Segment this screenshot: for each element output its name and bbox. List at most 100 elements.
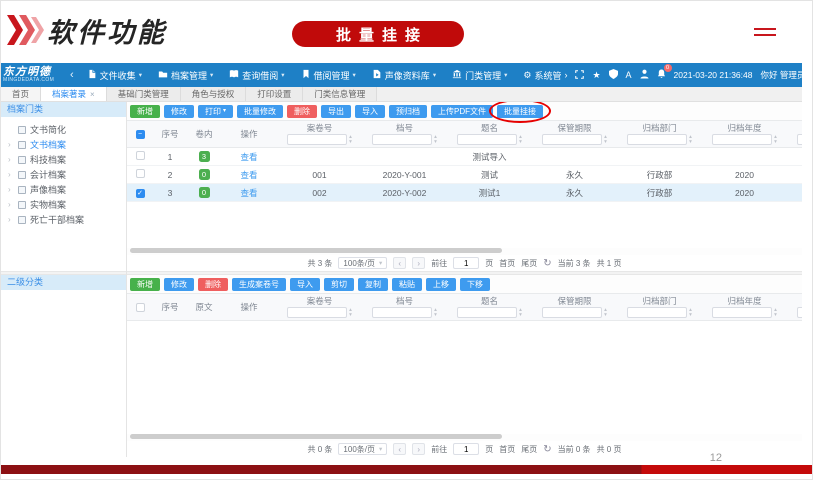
row-checkbox[interactable]: [136, 151, 145, 160]
paste-button[interactable]: 粘贴: [392, 278, 422, 291]
batch-edit-button[interactable]: 批量修改: [237, 105, 283, 118]
move-up-button[interactable]: 上移: [426, 278, 456, 291]
delete-button[interactable]: 删除: [198, 278, 228, 291]
copy-button[interactable]: 复制: [358, 278, 388, 291]
menu-file-collect[interactable]: 文件收集 ▾: [87, 69, 142, 82]
tab-roles-auth[interactable]: 角色与授权: [181, 87, 247, 101]
sort-icon[interactable]: ▴▾: [774, 135, 777, 144]
filter-input[interactable]: [457, 134, 517, 145]
sort-icon[interactable]: ▴▾: [434, 308, 437, 317]
font-size-icon[interactable]: A: [626, 71, 632, 80]
last-page-link[interactable]: 尾页: [521, 444, 537, 455]
tree-item-doc-simplified[interactable]: › 文书简化: [1, 122, 126, 137]
user-icon[interactable]: [640, 69, 649, 81]
filter-input[interactable]: [627, 134, 687, 145]
close-icon[interactable]: ×: [90, 90, 95, 99]
filter-input[interactable]: [542, 307, 602, 318]
upload-pdf-button[interactable]: 上传PDF文件: [431, 105, 493, 118]
expand-arrow-icon[interactable]: ›: [8, 200, 14, 209]
menu-system-manage[interactable]: ⚙ 系统管 ›: [523, 69, 567, 82]
filter-input[interactable]: [712, 307, 772, 318]
tab-category-info[interactable]: 门类信息管理: [303, 87, 377, 101]
select-all-checkbox[interactable]: −: [136, 130, 145, 139]
sort-icon[interactable]: ▴▾: [349, 308, 352, 317]
menu-category-manage[interactable]: 门类管理 ▾: [452, 69, 507, 82]
page-size-select[interactable]: 100条/页▾: [338, 257, 387, 269]
filter-input[interactable]: [542, 134, 602, 145]
filter-input[interactable]: [797, 134, 802, 145]
import-button[interactable]: 导入: [290, 278, 320, 291]
sort-icon[interactable]: ▴▾: [689, 308, 692, 317]
goto-page-input[interactable]: [453, 443, 479, 455]
sort-icon[interactable]: ▴▾: [604, 135, 607, 144]
view-link[interactable]: 查看: [240, 152, 257, 162]
tree-item-deceased-cadre-archive[interactable]: › 死亡干部档案: [1, 212, 126, 227]
row-checkbox[interactable]: [136, 169, 145, 178]
add-button[interactable]: 新增: [130, 278, 160, 291]
expand-arrow-icon[interactable]: ›: [8, 140, 14, 149]
sort-icon[interactable]: ▴▾: [434, 135, 437, 144]
print-button[interactable]: 打印▾: [198, 105, 233, 118]
horizontal-scrollbar[interactable]: [130, 434, 502, 439]
filter-input[interactable]: [287, 307, 347, 318]
goto-page-input[interactable]: [453, 257, 479, 269]
filter-input[interactable]: [797, 307, 802, 318]
tab-archive-entry[interactable]: 档案著录 ×: [41, 87, 107, 101]
edit-button[interactable]: 修改: [164, 105, 194, 118]
page-size-select[interactable]: 100条/页▾: [338, 443, 387, 455]
view-link[interactable]: 查看: [240, 170, 257, 180]
filter-input[interactable]: [372, 307, 432, 318]
sort-icon[interactable]: ▴▾: [519, 308, 522, 317]
table-row[interactable]: 1 3 查看 测试导入: [127, 148, 802, 166]
prev-page-button[interactable]: ‹: [393, 443, 406, 455]
tab-home[interactable]: 首页: [1, 87, 41, 101]
fullscreen-icon[interactable]: [575, 70, 584, 81]
export-button[interactable]: 导出: [321, 105, 351, 118]
expand-arrow-icon[interactable]: ›: [8, 185, 14, 194]
import-button[interactable]: 导入: [355, 105, 385, 118]
sort-icon[interactable]: ▴▾: [349, 135, 352, 144]
tab-print-settings[interactable]: 打印设置: [246, 87, 303, 101]
menu-media-library[interactable]: 声像资料库 ▾: [372, 69, 436, 82]
add-button[interactable]: 新增: [130, 105, 160, 118]
edit-button[interactable]: 修改: [164, 278, 194, 291]
first-page-link[interactable]: 首页: [499, 258, 515, 269]
filter-input[interactable]: [372, 134, 432, 145]
last-page-link[interactable]: 尾页: [521, 258, 537, 269]
star-icon[interactable]: ★: [592, 71, 600, 80]
refresh-icon[interactable]: ↻: [543, 444, 551, 455]
filter-input[interactable]: [712, 134, 772, 145]
menu-borrow-manage[interactable]: 借阅管理 ▾: [301, 69, 356, 82]
bell-icon[interactable]: 0: [657, 69, 666, 81]
delete-button[interactable]: 删除: [287, 105, 317, 118]
expand-arrow-icon[interactable]: ›: [8, 155, 14, 164]
tree-item-media-archive[interactable]: › 声像档案: [1, 182, 126, 197]
tree-item-accounting-archive[interactable]: › 会计档案: [1, 167, 126, 182]
table-row[interactable]: 2 0 查看 001 2020-Y-001 测试 永久 行政部 2020: [127, 166, 802, 184]
move-down-button[interactable]: 下移: [460, 278, 490, 291]
tree-item-tech-archive[interactable]: › 科技档案: [1, 152, 126, 167]
first-page-link[interactable]: 首页: [499, 444, 515, 455]
select-all-checkbox[interactable]: [136, 303, 145, 312]
menu-query-borrow[interactable]: 查询借阅 ▾: [229, 69, 284, 82]
expand-arrow-icon[interactable]: ›: [8, 215, 14, 224]
sort-icon[interactable]: ▴▾: [774, 308, 777, 317]
batch-mount-button[interactable]: 批量挂接: [497, 105, 543, 118]
menu-archive-manage[interactable]: 档案管理 ▾: [158, 69, 213, 82]
tree-item-doc-archive[interactable]: › 文书档案: [1, 137, 126, 152]
shield-icon[interactable]: [609, 69, 618, 81]
generate-case-no-button[interactable]: 生成案卷号: [232, 278, 286, 291]
row-checkbox[interactable]: ✓: [136, 189, 145, 198]
sort-icon[interactable]: ▴▾: [519, 135, 522, 144]
view-link[interactable]: 查看: [240, 188, 257, 198]
prev-page-button[interactable]: ‹: [393, 257, 406, 269]
sort-icon[interactable]: ▴▾: [604, 308, 607, 317]
expand-arrow-icon[interactable]: ›: [8, 170, 14, 179]
cut-button[interactable]: 剪切: [324, 278, 354, 291]
pre-archive-button[interactable]: 预归档: [389, 105, 427, 118]
next-page-button[interactable]: ›: [412, 443, 425, 455]
sort-icon[interactable]: ▴▾: [689, 135, 692, 144]
tab-basic-category[interactable]: 基础门类管理: [107, 87, 181, 101]
horizontal-scrollbar[interactable]: [130, 248, 502, 253]
collapse-chevron-icon[interactable]: ‹: [70, 69, 74, 81]
